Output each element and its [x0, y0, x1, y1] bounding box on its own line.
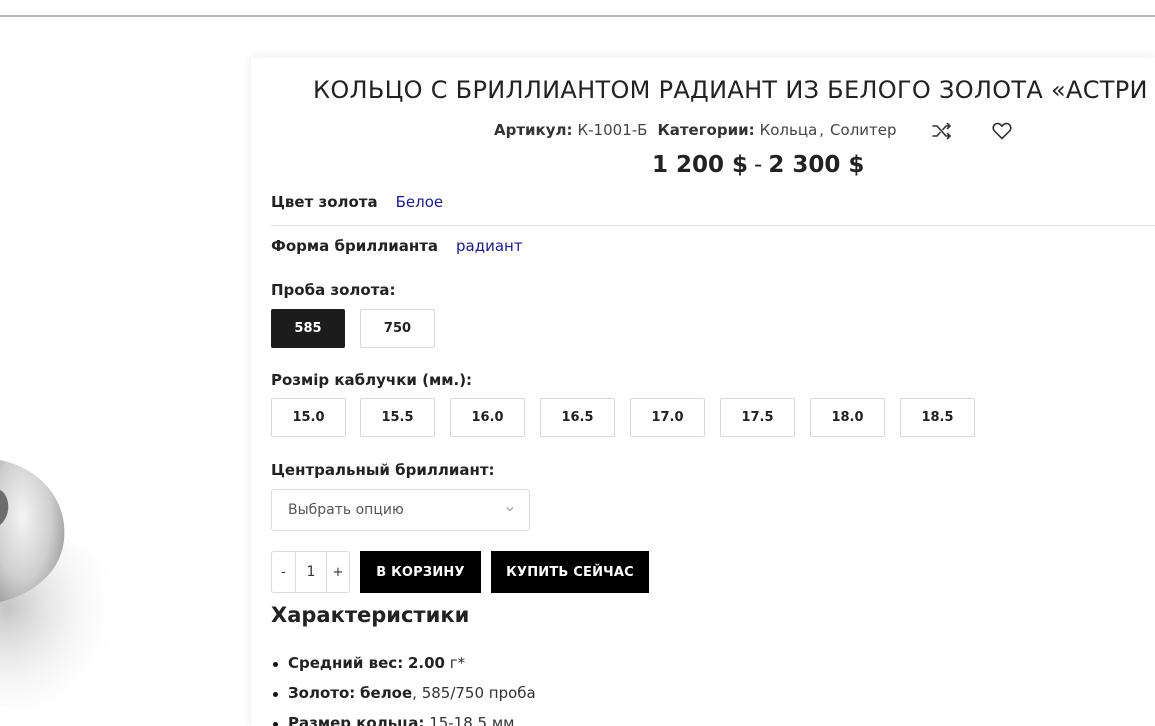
- swatch-size-15-5[interactable]: 15.5: [360, 398, 435, 437]
- swatch-size-18-0[interactable]: 18.0: [810, 398, 885, 437]
- divider: [271, 225, 1155, 226]
- attribute-label: Форма бриллианта: [271, 237, 439, 255]
- swatch-size-16-0[interactable]: 16.0: [450, 398, 525, 437]
- product-summary-panel: КОЛЬЦО С БРИЛЛИАНТОМ РАДИАНТ ИЗ БЕЛОГО З…: [251, 58, 1155, 726]
- category-link-solitaire[interactable]: Солитер: [830, 121, 896, 139]
- select-placeholder: Выбрать опцию: [288, 502, 404, 518]
- list-item: Размер кольца: 15-18.5 мм: [271, 714, 536, 726]
- central-diamond-label: Центральный бриллиант:: [271, 461, 495, 479]
- sku-label: Артикул:: [494, 121, 573, 139]
- product-title: КОЛЬЦО С БРИЛЛИАНТОМ РАДИАНТ ИЗ БЕЛОГО З…: [313, 76, 1148, 104]
- swatch-proba-750[interactable]: 750: [360, 309, 435, 348]
- attribute-gold-color: Цвет золота Белое: [271, 193, 443, 211]
- category-separator: ,: [819, 121, 825, 139]
- char-key: Золото:: [288, 684, 356, 702]
- swatch-size-18-5[interactable]: 18.5: [900, 398, 975, 437]
- characteristics-heading: Характеристики: [271, 603, 470, 627]
- ring-size-label: Розмір каблучки (мм.):: [271, 371, 473, 389]
- price-max: 2 300 $: [768, 152, 865, 178]
- category-link-rings[interactable]: Кольца: [760, 121, 818, 139]
- price-min: 1 200 $: [652, 152, 749, 178]
- swatch-size-16-5[interactable]: 16.5: [540, 398, 615, 437]
- add-to-cart-button[interactable]: В КОРЗИНУ: [360, 551, 481, 593]
- price-range: 1 200 $ -2 300 $: [652, 152, 864, 178]
- quantity-input[interactable]: 1: [296, 552, 327, 592]
- quantity-decrement-button[interactable]: -: [272, 552, 296, 592]
- quantity-increment-button[interactable]: +: [327, 552, 349, 592]
- list-item: Золото: белое, 585/750 проба: [271, 684, 536, 714]
- buy-now-button[interactable]: КУПИТЬ СЕЙЧАС: [491, 551, 649, 593]
- char-bold-value: белое: [360, 684, 413, 702]
- char-rest: 15-18.5 мм: [424, 714, 515, 726]
- char-bold-value: 2.00: [407, 654, 445, 672]
- attribute-value-link[interactable]: Белое: [396, 193, 444, 211]
- attribute-value-link[interactable]: радиант: [456, 237, 523, 255]
- characteristics-list: Средний вес: 2.00 г* Золото: белое, 585/…: [271, 654, 536, 726]
- quantity-stepper: - 1 +: [271, 551, 350, 593]
- char-key: Средний вес:: [288, 654, 404, 672]
- shuffle-icon: [932, 122, 951, 140]
- categories-label: Категории:: [657, 121, 755, 139]
- swatch-proba-585[interactable]: 585: [271, 309, 345, 348]
- char-rest: , 585/750 проба: [412, 684, 536, 702]
- wishlist-button[interactable]: [991, 120, 1013, 142]
- attribute-diamond-shape: Форма бриллианта радиант: [271, 237, 523, 255]
- product-meta: Артикул: К-1001-Б Категории: Кольца , Со…: [494, 120, 897, 140]
- top-header-bar: [0, 0, 1155, 17]
- product-image-ring[interactable]: [0, 440, 140, 726]
- swatch-size-17-0[interactable]: 17.0: [630, 398, 705, 437]
- central-diamond-select[interactable]: Выбрать опцию: [271, 489, 530, 531]
- sku-value: К-1001-Б: [577, 121, 648, 139]
- heart-icon: [992, 122, 1012, 140]
- char-key: Размер кольца:: [288, 714, 425, 726]
- gold-proba-label: Проба золота:: [271, 281, 396, 299]
- list-item: Средний вес: 2.00 г*: [271, 654, 536, 684]
- attribute-label: Цвет золота: [271, 193, 378, 211]
- compare-button[interactable]: [931, 120, 953, 142]
- chevron-down-icon: [506, 507, 514, 512]
- char-rest: г*: [445, 654, 466, 672]
- swatch-size-15-0[interactable]: 15.0: [271, 398, 346, 437]
- price-dash: -: [754, 152, 763, 178]
- swatch-size-17-5[interactable]: 17.5: [720, 398, 795, 437]
